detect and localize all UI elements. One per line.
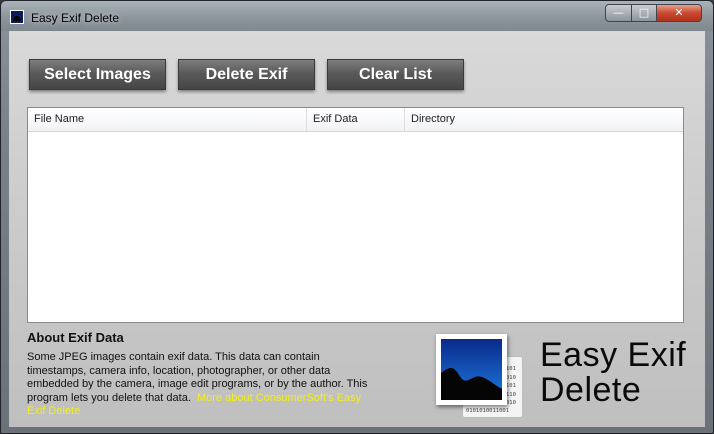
about-heading: About Exif Data bbox=[27, 330, 124, 345]
logo-photo-icon bbox=[436, 334, 507, 405]
landscape-icon bbox=[441, 339, 502, 400]
title-bar[interactable]: Easy Exif Delete — □ ✕ bbox=[1, 1, 713, 31]
column-header-exif-data[interactable]: Exif Data bbox=[307, 108, 405, 131]
app-window: Easy Exif Delete — □ ✕ Select Images Del… bbox=[0, 0, 714, 434]
app-icon[interactable] bbox=[10, 10, 24, 24]
binary-digit-line: 010 bbox=[506, 400, 516, 406]
binary-digit-line: 010 bbox=[506, 374, 516, 381]
file-list-header: File Name Exif Data Directory bbox=[28, 108, 683, 132]
clear-list-button[interactable]: Clear List bbox=[327, 59, 464, 90]
column-header-file-name[interactable]: File Name bbox=[28, 108, 307, 131]
binary-digit-line: 110 bbox=[506, 391, 516, 398]
window-title: Easy Exif Delete bbox=[31, 11, 120, 25]
binary-digit-line: 101 bbox=[506, 366, 516, 372]
select-images-button[interactable]: Select Images bbox=[29, 59, 166, 90]
close-button[interactable]: ✕ bbox=[656, 4, 702, 22]
binary-row: 0101010011001 bbox=[466, 408, 510, 414]
client-area: Select Images Delete Exif Clear List Fil… bbox=[9, 31, 705, 427]
minimize-button[interactable]: — bbox=[605, 4, 632, 22]
maximize-button[interactable]: □ bbox=[631, 4, 657, 22]
brand-line-2: Delete bbox=[540, 371, 642, 409]
delete-exif-button[interactable]: Delete Exif bbox=[178, 59, 315, 90]
binary-digit-line: 101 bbox=[506, 383, 516, 389]
brand-wordmark: Easy Exif Delete bbox=[540, 338, 686, 408]
about-description: Some JPEG images contain exif data. This… bbox=[27, 351, 379, 419]
binary-column: 101 010 101 110 010 bbox=[506, 365, 516, 408]
file-list[interactable]: File Name Exif Data Directory bbox=[27, 107, 684, 323]
column-header-directory[interactable]: Directory bbox=[405, 108, 683, 131]
brand-line-1: Easy Exif bbox=[540, 336, 687, 374]
